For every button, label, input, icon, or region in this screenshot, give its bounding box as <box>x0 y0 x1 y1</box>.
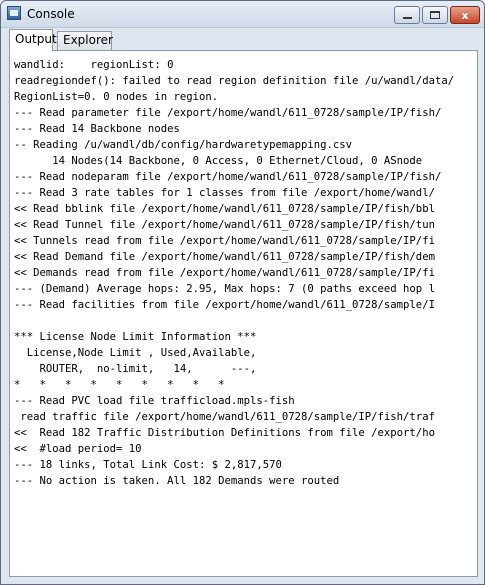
console-line: << Demands read from file /export/home/w… <box>14 267 435 279</box>
console-line: --- (Demand) Average hops: 2.95, Max hop… <box>14 283 435 295</box>
window-title: Console <box>27 7 75 21</box>
console-line: read traffic file /export/home/wandl/611… <box>14 411 435 423</box>
console-line: << Read bblink file /export/home/wandl/6… <box>14 203 435 215</box>
console-line: << #load period= 10 <box>14 443 142 455</box>
maximize-button[interactable] <box>422 6 448 24</box>
console-line: --- Read nodeparam file /export/home/wan… <box>14 171 442 183</box>
console-line: ROUTER, no-limit, 14, ---, <box>14 363 257 375</box>
console-line: --- No action is taken. All 182 Demands … <box>14 475 340 487</box>
console-window: Console x Output Explorer wandlid: regio… <box>0 0 485 585</box>
minimize-button[interactable] <box>394 6 420 24</box>
console-line: --- Read 3 rate tables for 1 classes fro… <box>14 187 435 199</box>
console-line: RegionList=0. 0 nodes in region. <box>14 91 219 103</box>
minimize-icon <box>402 17 412 19</box>
console-line: License,Node Limit , Used,Available, <box>14 347 257 359</box>
console-line: --- Read 14 Backbone nodes <box>14 123 180 135</box>
console-output-text: wandlid: regionList: 0 readregiondef(): f… <box>14 57 475 489</box>
console-line: -- Reading /u/wandl/db/config/hardwarety… <box>14 139 353 151</box>
console-line: << Read Tunnel file /export/home/wandl/6… <box>14 219 435 231</box>
console-line: --- 18 links, Total Link Cost: $ 2,817,5… <box>14 459 282 471</box>
console-line: *** License Node Limit Information *** <box>14 331 257 343</box>
console-app-icon <box>7 6 21 20</box>
close-icon: x <box>461 8 469 22</box>
console-line: readregiondef(): failed to read region d… <box>14 75 455 87</box>
console-line: --- Read PVC load file trafficload.mpls-… <box>14 395 295 407</box>
console-line: --- Read parameter file /export/home/wan… <box>14 107 442 119</box>
console-output-panel[interactable]: wandlid: regionList: 0 readregiondef(): f… <box>9 50 478 577</box>
console-line: --- Read facilities from file /export/ho… <box>14 299 435 311</box>
console-line: * * * * * * * * * <box>14 379 225 391</box>
console-line: << Read Demand file /export/home/wandl/6… <box>14 251 435 263</box>
tab-explorer[interactable]: Explorer <box>57 31 113 50</box>
console-line: wandlid: regionList: 0 <box>14 59 174 71</box>
console-line: << Read 182 Traffic Distribution Definit… <box>14 427 435 439</box>
console-line: 14 Nodes(14 Backbone, 0 Access, 0 Ethern… <box>14 155 423 167</box>
console-line: << Tunnels read from file /export/home/w… <box>14 235 435 247</box>
tab-output[interactable]: Output <box>9 29 57 51</box>
title-bar[interactable]: Console x <box>1 1 484 28</box>
close-button[interactable]: x <box>450 6 480 24</box>
maximize-icon <box>430 11 440 19</box>
tab-bar: Output Explorer <box>7 29 480 51</box>
